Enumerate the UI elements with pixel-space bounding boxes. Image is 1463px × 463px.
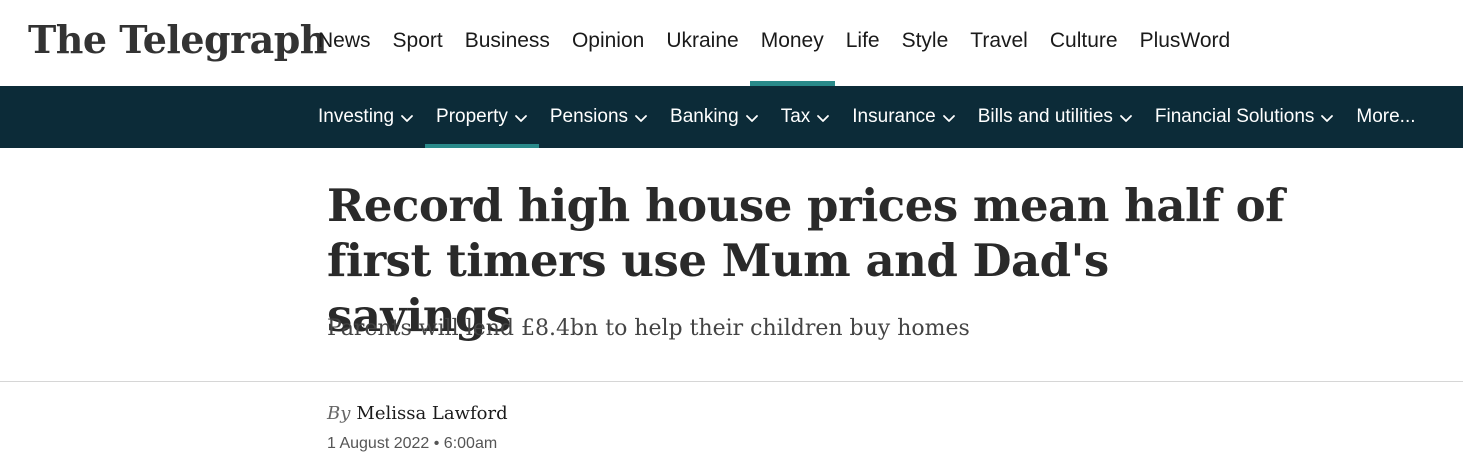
subnav-item-label: More... — [1356, 106, 1416, 127]
subnav-item-label: Property — [436, 106, 508, 127]
subnav-item-label: Insurance — [852, 106, 936, 127]
chevron-down-icon — [1320, 111, 1334, 125]
telegraph-logo[interactable]: The Telegraph — [28, 14, 327, 66]
subnav-item-financial-solutions[interactable]: Financial Solutions — [1144, 86, 1345, 148]
nav-item-business[interactable]: Business — [454, 0, 561, 86]
subnav-item-label: Pensions — [549, 106, 629, 127]
money-subnav: Investing Property Pensions Banking Tax Insur… — [307, 86, 1427, 148]
byline: By Melissa Lawford — [327, 400, 508, 428]
subnav-item-bills-and-utilities[interactable]: Bills and utilities — [967, 86, 1144, 148]
chevron-down-icon — [514, 111, 528, 125]
main-nav: News Sport Business Opinion Ukraine Money Life… — [307, 0, 1241, 86]
chevron-down-icon — [634, 111, 648, 125]
nav-item-style[interactable]: Style — [891, 0, 960, 86]
subnav-item-label: Banking — [670, 106, 739, 127]
subnav-item-property[interactable]: Property — [425, 86, 539, 148]
subnav-item-insurance[interactable]: Insurance — [841, 86, 966, 148]
chevron-down-icon — [400, 111, 414, 125]
subnav-item-label: Financial Solutions — [1154, 106, 1315, 127]
chevron-down-icon — [816, 111, 830, 125]
nav-item-sport[interactable]: Sport — [382, 0, 454, 86]
subnav-item-label: Bills and utilities — [977, 106, 1113, 127]
chevron-down-icon — [745, 111, 759, 125]
author-link[interactable]: Melissa Lawford — [356, 403, 507, 424]
site-header: The Telegraph News Sport Business Opinion Uk… — [0, 0, 1463, 86]
nav-item-opinion[interactable]: Opinion — [561, 0, 655, 86]
subnav-item-investing[interactable]: Investing — [307, 86, 425, 148]
article-standfirst: Parents will lend £8.4bn to help their c… — [327, 316, 970, 341]
nav-item-culture[interactable]: Culture — [1039, 0, 1129, 86]
subnav-item-more[interactable]: More... — [1345, 86, 1426, 148]
subnav-item-pensions[interactable]: Pensions — [539, 86, 659, 148]
nav-item-news[interactable]: News — [307, 0, 382, 86]
chevron-down-icon — [942, 111, 956, 125]
nav-item-life[interactable]: Life — [835, 0, 891, 86]
byline-prefix: By — [327, 403, 351, 424]
nav-item-travel[interactable]: Travel — [959, 0, 1039, 86]
nav-item-money[interactable]: Money — [749, 0, 835, 86]
header-divider — [0, 381, 1463, 382]
nav-item-ukraine[interactable]: Ukraine — [655, 0, 749, 86]
chevron-down-icon — [1119, 111, 1133, 125]
section-subnav-bar: Investing Property Pensions Banking Tax Insur… — [0, 86, 1463, 148]
publish-date: 1 August 2022 • 6:00am — [327, 435, 498, 452]
subnav-item-label: Tax — [780, 106, 811, 127]
subnav-item-banking[interactable]: Banking — [659, 86, 770, 148]
subnav-item-tax[interactable]: Tax — [770, 86, 842, 148]
nav-item-plusword[interactable]: PlusWord — [1129, 0, 1242, 86]
subnav-item-label: Investing — [318, 106, 395, 127]
